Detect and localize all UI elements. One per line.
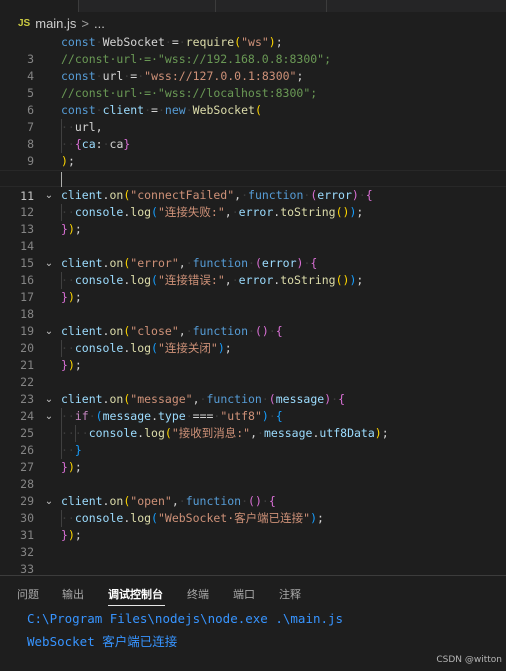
code-text: const·url·=·"wss://127.0.0.1:8300"; — [61, 69, 304, 83]
code-line: 17 ··console.log("连接错误:",·error.toString… — [0, 272, 506, 304]
fold-chevron-icon[interactable]: ⌄ — [43, 323, 55, 340]
tab-divider — [215, 0, 216, 12]
code-line: 31 ··console.log("WebSocket·客户端已连接"); — [0, 510, 506, 542]
code-text: ··console.log("WebSocket·客户端已连接"); — [61, 511, 324, 525]
code-text: ··url, — [61, 120, 103, 134]
code-text: ··console.log("连接失败:",·error.toString())… — [61, 205, 364, 219]
chevron-right-icon: > — [81, 15, 90, 31]
tab-output[interactable]: 输出 — [62, 586, 84, 602]
code-text: const·client·=·new·WebSocket( — [61, 103, 262, 117]
breadcrumb-more[interactable]: ... — [94, 16, 105, 31]
code-text: ··console.log("连接错误:",·error.toString())… — [61, 273, 364, 287]
code-text: client.on("message",·function·(message)·… — [61, 392, 346, 406]
code-editor[interactable]: 3 const·WebSocket·=·require("ws"); 4 //c… — [0, 34, 506, 576]
code-line: 33 — [0, 544, 506, 576]
code-text: ··console.log("连接关闭"); — [61, 341, 232, 355]
code-text: client.on("open",·function·()·{ — [61, 494, 276, 508]
code-line: 30 ⌄ client.on("open",·function·()·{ — [0, 493, 506, 525]
code-text: }); — [61, 358, 82, 372]
javascript-file-icon: JS — [18, 17, 31, 29]
code-line: 12 ⌄ client.on("connectFailed",·function… — [0, 187, 506, 219]
code-line: 6 //const·url·=·"wss://localhost:8300"; — [0, 85, 506, 117]
editor-tab-strip — [0, 0, 506, 12]
console-output-line: WebSocket 客户端已连接 — [27, 634, 178, 649]
tab-problems[interactable]: 问题 — [17, 586, 39, 602]
breadcrumb: JS main.js > ... — [0, 12, 506, 34]
tab-divider — [326, 0, 327, 12]
fold-chevron-icon[interactable]: ⌄ — [43, 255, 55, 272]
tab-main-js[interactable] — [0, 0, 78, 12]
code-text: client.on("error",·function·(error)·{ — [61, 256, 318, 270]
code-line: 19 — [0, 306, 506, 338]
code-text: ····console.log("接收到消息:",·message.utf8Da… — [61, 426, 389, 440]
fold-chevron-icon[interactable]: ⌄ — [43, 493, 55, 510]
code-text: ); — [61, 154, 75, 168]
code-line: 23 — [0, 374, 506, 406]
tab-ports[interactable]: 端口 — [233, 586, 255, 602]
code-text: const·WebSocket·=·require("ws"); — [61, 35, 283, 49]
code-text: //const·url·=·"wss://192.168.0.8:8300"; — [61, 52, 332, 66]
tab-debug-console[interactable]: 调试控制台 — [108, 586, 163, 602]
tab-divider — [78, 0, 79, 12]
code-text: ··} — [61, 443, 82, 457]
code-line: 27 ··} — [0, 442, 506, 474]
code-text: }); — [61, 528, 82, 542]
code-line: 5 const·url·=·"wss://127.0.0.1:8300"; — [0, 68, 506, 100]
code-line: 26 ····console.log("接收到消息:",·message.utf… — [0, 425, 506, 457]
code-line: 15 — [0, 238, 506, 270]
code-line: 29 — [0, 476, 506, 508]
active-tab-indicator — [108, 605, 165, 606]
code-text: client.on("close",·function·()·{ — [61, 324, 283, 338]
code-line: 13 ··console.log("连接失败:",·error.toString… — [0, 204, 506, 236]
fold-chevron-icon[interactable]: ⌄ — [43, 187, 55, 204]
code-text: ··{ca:·ca} — [61, 137, 131, 151]
tab-comments[interactable]: 注释 — [279, 586, 301, 602]
code-line: 18 }); — [0, 289, 506, 321]
fold-chevron-icon[interactable]: ⌄ — [43, 391, 55, 408]
code-line: 20 ⌄ client.on("close",·function·()·{ — [0, 323, 506, 355]
code-line: 24 ⌄ client.on("message",·function·(mess… — [0, 391, 506, 423]
code-line: 32 }); — [0, 527, 506, 559]
code-line: 4 //const·url·=·"wss://192.168.0.8:8300"… — [0, 51, 506, 83]
code-text: ··if·(message.type·===·"utf8")·{ — [61, 409, 283, 423]
code-text: }); — [61, 222, 82, 236]
console-output-line: C:\Program Files\nodejs\node.exe .\main.… — [27, 611, 344, 626]
code-line-current: 11 — [0, 170, 506, 203]
code-text: client.on("connectFailed",·function·(err… — [61, 188, 373, 202]
text-cursor — [61, 172, 62, 187]
tab-terminal[interactable]: 终端 — [187, 586, 209, 602]
breadcrumb-file[interactable]: main.js — [35, 16, 76, 31]
code-line: 16 ⌄ client.on("error",·function·(error)… — [0, 255, 506, 287]
code-text: }); — [61, 460, 82, 474]
code-line: 7 const·client·=·new·WebSocket( — [0, 102, 506, 134]
code-line: 25 ⌄ ··if·(message.type·===·"utf8")·{ — [0, 408, 506, 440]
code-line: 9 ··{ca:·ca} — [0, 136, 506, 168]
code-line: 14 }); — [0, 221, 506, 253]
watermark: CSDN @witton — [436, 655, 502, 665]
code-line: 21 ··console.log("连接关闭"); — [0, 340, 506, 372]
code-line: 28 }); — [0, 459, 506, 491]
code-text: //const·url·=·"wss://localhost:8300"; — [61, 86, 318, 100]
code-text: }); — [61, 290, 82, 304]
fold-chevron-icon[interactable]: ⌄ — [43, 408, 55, 425]
panel-tab-bar: 问题 输出 调试控制台 终端 端口 注释 — [0, 576, 506, 608]
code-line: 3 const·WebSocket·=·require("ws"); — [0, 34, 506, 66]
vscode-window: JS main.js > ... 3 const·WebSocket·=·req… — [0, 0, 506, 671]
code-line: 8 ··url, — [0, 119, 506, 151]
bottom-panel: 问题 输出 调试控制台 终端 端口 注释 C:\Program Files\no… — [0, 575, 506, 671]
code-line: 22 }); — [0, 357, 506, 389]
code-line: 10 ); — [0, 153, 506, 185]
